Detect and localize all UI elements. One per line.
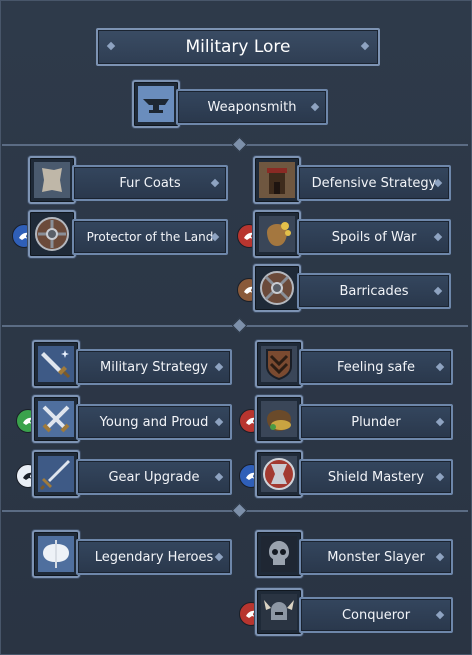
sword-icon [32, 450, 80, 498]
node-spoils-of-war[interactable]: Spoils of War [237, 210, 455, 258]
node-plunder[interactable]: Plunder [239, 395, 455, 443]
node-label: Legendary Heroes [76, 539, 232, 575]
node-conqueror[interactable]: Conqueror [239, 588, 455, 636]
node-label: Young and Proud [76, 404, 232, 440]
node-label: Weaponsmith [176, 89, 328, 125]
chevron-shield-icon [255, 340, 303, 388]
divider [2, 136, 468, 153]
node-label: Feeling safe [299, 349, 453, 385]
node-young-and-proud[interactable]: Young and Proud [16, 395, 232, 443]
fur-icon [28, 156, 76, 204]
node-weaponsmith[interactable]: Weaponsmith [132, 80, 332, 128]
node-defensive-strategy[interactable]: Defensive Strategy [253, 156, 455, 204]
tower-icon [253, 156, 301, 204]
horned-helmet-icon [255, 588, 303, 636]
round-shield-icon [28, 210, 76, 258]
crossed-swords-icon [32, 395, 80, 443]
node-label: Monster Slayer [299, 539, 453, 575]
battle-axe-icon [32, 530, 80, 578]
round-shield-icon [253, 264, 301, 312]
red-shield-icon [255, 450, 303, 498]
node-label: Military Strategy [76, 349, 232, 385]
loot-sack-icon [253, 210, 301, 258]
sword-icon [32, 340, 80, 388]
node-monster-slayer[interactable]: Monster Slayer [255, 530, 455, 578]
node-label: Shield Mastery [299, 459, 453, 495]
node-label: Gear Upgrade [76, 459, 232, 495]
node-label: Barricades [297, 273, 451, 309]
node-barricades[interactable]: Barricades [237, 264, 455, 312]
divider [2, 502, 468, 519]
node-label: Plunder [299, 404, 453, 440]
node-legendary-heroes[interactable]: Legendary Heroes [32, 530, 232, 578]
node-fur-coats[interactable]: Fur Coats [28, 156, 232, 204]
node-shield-mastery[interactable]: Shield Mastery [239, 450, 455, 498]
skull-icon [255, 530, 303, 578]
node-label: Protector of the Land [72, 219, 228, 255]
node-military-strategy[interactable]: Military Strategy [32, 340, 232, 388]
node-label: Conqueror [299, 597, 453, 633]
node-protector-of-the-land[interactable]: Protector of the Land [12, 210, 232, 258]
page-title: Military Lore [96, 28, 380, 66]
node-gear-upgrade[interactable]: Gear Upgrade [16, 450, 232, 498]
divider [2, 317, 468, 334]
node-feeling-safe[interactable]: Feeling safe [255, 340, 455, 388]
node-label: Defensive Strategy [297, 165, 451, 201]
treasure-sack-icon [255, 395, 303, 443]
node-label: Spoils of War [297, 219, 451, 255]
anvil-icon [132, 80, 180, 128]
node-label: Fur Coats [72, 165, 228, 201]
